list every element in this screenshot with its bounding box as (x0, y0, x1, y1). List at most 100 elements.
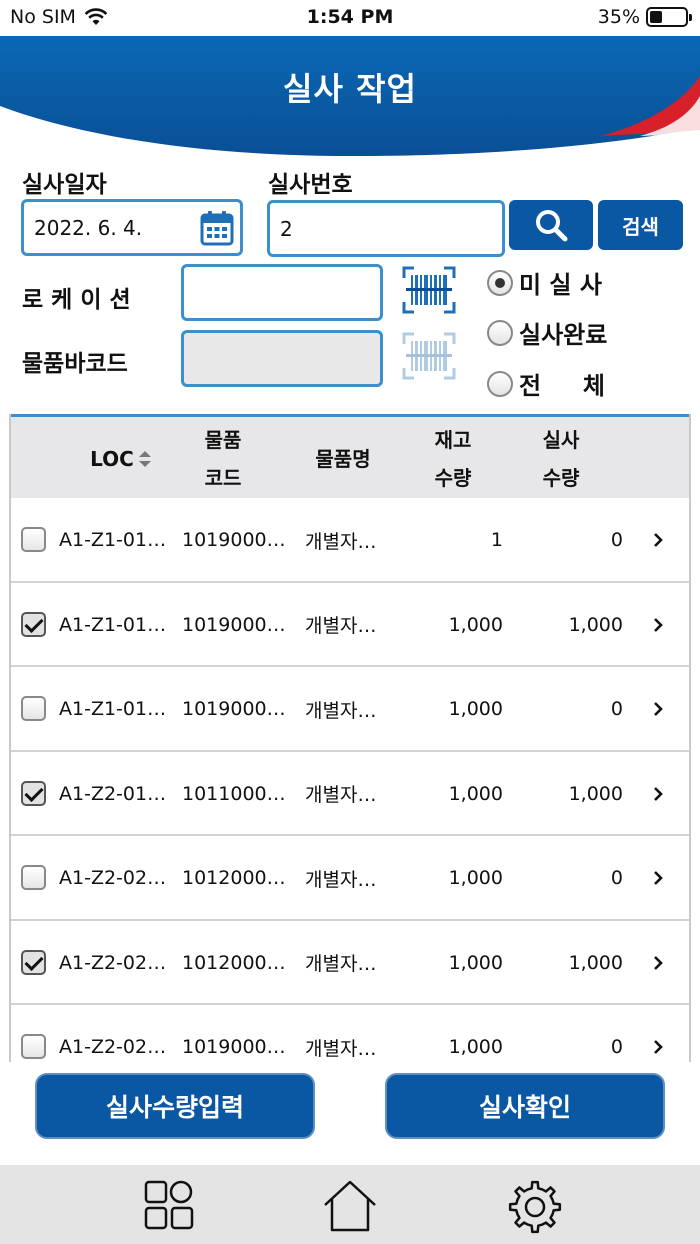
row-stock-qty: 1,000 (448, 782, 503, 805)
row-item-code: 1019000… (182, 613, 286, 636)
radio-uninspected[interactable] (487, 269, 513, 296)
row-stock-qty: 1,000 (448, 867, 503, 889)
calendar-icon[interactable] (200, 210, 234, 246)
status-bar: No SIM 1:54 PM 35% (0, 0, 700, 36)
page-title: 실사 작업 (283, 70, 417, 108)
barcode-label: 물품바코드 (22, 351, 128, 377)
row-stock-qty: 1,000 (448, 613, 503, 636)
gear-icon[interactable] (507, 1179, 563, 1235)
row-loc: A1-Z1-01… (59, 529, 167, 551)
date-field[interactable]: 2022. 6. 4. (21, 199, 243, 256)
filter-all[interactable]: 전 체 (487, 366, 605, 401)
row-chevron-right-icon[interactable] (653, 921, 663, 1005)
row-actual-qty: 1,000 (568, 782, 623, 805)
table-row[interactable]: A1-Z2-02… 1012000… 개별자… 1,000 1,000 (11, 920, 689, 1005)
search-icon (536, 210, 568, 242)
row-checkbox[interactable] (21, 611, 46, 637)
location-label: 로 케 이 션 (22, 287, 131, 313)
radio-all[interactable] (487, 370, 513, 397)
filter-all-label: 전 체 (519, 372, 605, 400)
row-item-code: 1019000… (182, 529, 286, 551)
table-header: LOC 물품 코드 물품명 재고 수량 실사 수량 (11, 414, 689, 501)
row-item-name: 개별자… (305, 615, 377, 637)
table-row[interactable]: A1-Z1-01… 1019000… 개별자… 1 0 (11, 498, 689, 583)
row-chevron-right-icon[interactable] (653, 1005, 663, 1062)
row-item-name: 개별자… (305, 530, 377, 553)
filter-uninspected[interactable]: 미 실 사 (487, 265, 602, 300)
confirm-inspection-button[interactable]: 실사확인 (385, 1073, 665, 1139)
search-button[interactable]: 검색 (598, 200, 683, 250)
row-chevron-right-icon[interactable] (653, 836, 663, 920)
row-stock-qty: 1,000 (448, 951, 503, 974)
header-loc[interactable]: LOC (61, 417, 181, 501)
table-row[interactable]: A1-Z2-02… 1012000… 개별자… 1,000 0 (11, 836, 689, 921)
filter-uninspected-label: 미 실 사 (519, 271, 602, 299)
table-row[interactable]: A1-Z2-02… 1019000… 개별자… 1,000 0 (11, 1005, 689, 1062)
row-item-code: 1012000… (182, 867, 286, 889)
header-item-name: 물품명 (315, 447, 371, 471)
clock-text: 1:54 PM (306, 6, 394, 28)
row-actual-qty: 1,000 (568, 613, 623, 636)
header-actual-qty: 실사 수량 (542, 428, 580, 490)
number-value: 2 (280, 216, 293, 241)
row-item-name: 개별자… (305, 784, 377, 806)
row-checkbox[interactable] (21, 865, 46, 890)
battery-icon (646, 7, 692, 27)
table-row[interactable]: A1-Z2-01… 1011000… 개별자… 1,000 1,000 (11, 751, 689, 836)
row-loc: A1-Z2-01… (59, 782, 167, 805)
row-actual-qty: 1,000 (568, 951, 623, 974)
table-row[interactable]: A1-Z1-01… 1019000… 개별자… 1,000 0 (11, 667, 689, 752)
row-chevron-right-icon[interactable] (653, 667, 663, 751)
row-loc: A1-Z2-02… (59, 867, 167, 889)
header: 실사 작업 (0, 36, 700, 156)
row-item-name: 개별자… (305, 868, 377, 891)
barcode-input (181, 330, 383, 387)
row-chevron-right-icon[interactable] (653, 583, 663, 667)
header-stock-qty: 재고 수량 (434, 428, 472, 490)
row-item-code: 1012000… (182, 951, 286, 974)
row-chevron-right-icon[interactable] (653, 498, 663, 582)
row-checkbox[interactable] (21, 696, 46, 721)
row-actual-qty: 0 (610, 1036, 623, 1058)
row-chevron-right-icon[interactable] (653, 752, 663, 836)
header-item-code: 물품 코드 (204, 428, 242, 490)
row-loc: A1-Z1-01… (59, 698, 167, 720)
table-row[interactable]: A1-Z1-01… 1019000… 개별자… 1,000 1,000 (11, 582, 689, 667)
row-checkbox[interactable] (21, 1034, 46, 1059)
barcode-scan-icon[interactable] (402, 266, 456, 314)
row-loc: A1-Z2-02… (59, 951, 167, 974)
row-stock-qty: 1,000 (448, 698, 503, 720)
date-value: 2022. 6. 4. (34, 215, 143, 240)
sort-icon[interactable] (138, 449, 152, 469)
row-stock-qty: 1,000 (448, 1036, 503, 1058)
battery-percent: 35% (597, 6, 640, 28)
number-input[interactable]: 2 (267, 200, 505, 257)
inspection-table[interactable]: LOC 물품 코드 물품명 재고 수량 실사 수량 A1-Z1-01… 10190… (9, 414, 691, 1062)
date-label: 실사일자 (22, 172, 107, 198)
row-checkbox[interactable] (21, 949, 46, 975)
row-item-name: 개별자… (305, 953, 377, 975)
filter-completed-label: 실사완료 (519, 321, 608, 349)
grid-icon[interactable] (143, 1179, 195, 1231)
row-item-code: 1011000… (182, 782, 286, 805)
number-label: 실사번호 (268, 172, 353, 198)
row-actual-qty: 0 (610, 529, 623, 551)
row-loc: A1-Z2-02… (59, 1036, 167, 1058)
row-checkbox[interactable] (21, 780, 46, 806)
radio-completed[interactable] (487, 319, 513, 346)
row-item-code: 1019000… (182, 1036, 286, 1058)
row-loc: A1-Z1-01… (59, 613, 167, 636)
row-stock-qty: 1 (490, 529, 503, 551)
search-icon-button[interactable] (509, 200, 593, 250)
home-icon[interactable] (322, 1179, 378, 1233)
row-checkbox[interactable] (21, 527, 46, 552)
row-item-name: 개별자… (305, 1037, 377, 1060)
enter-quantity-button[interactable]: 실사수량입력 (35, 1073, 315, 1139)
tab-bar (0, 1165, 700, 1244)
row-item-name: 개별자… (305, 699, 377, 722)
location-input[interactable] (181, 264, 383, 321)
barcode-scan-icon-disabled (402, 332, 456, 380)
row-actual-qty: 0 (610, 867, 623, 889)
row-actual-qty: 0 (610, 698, 623, 720)
filter-completed[interactable]: 실사완료 (487, 315, 607, 350)
